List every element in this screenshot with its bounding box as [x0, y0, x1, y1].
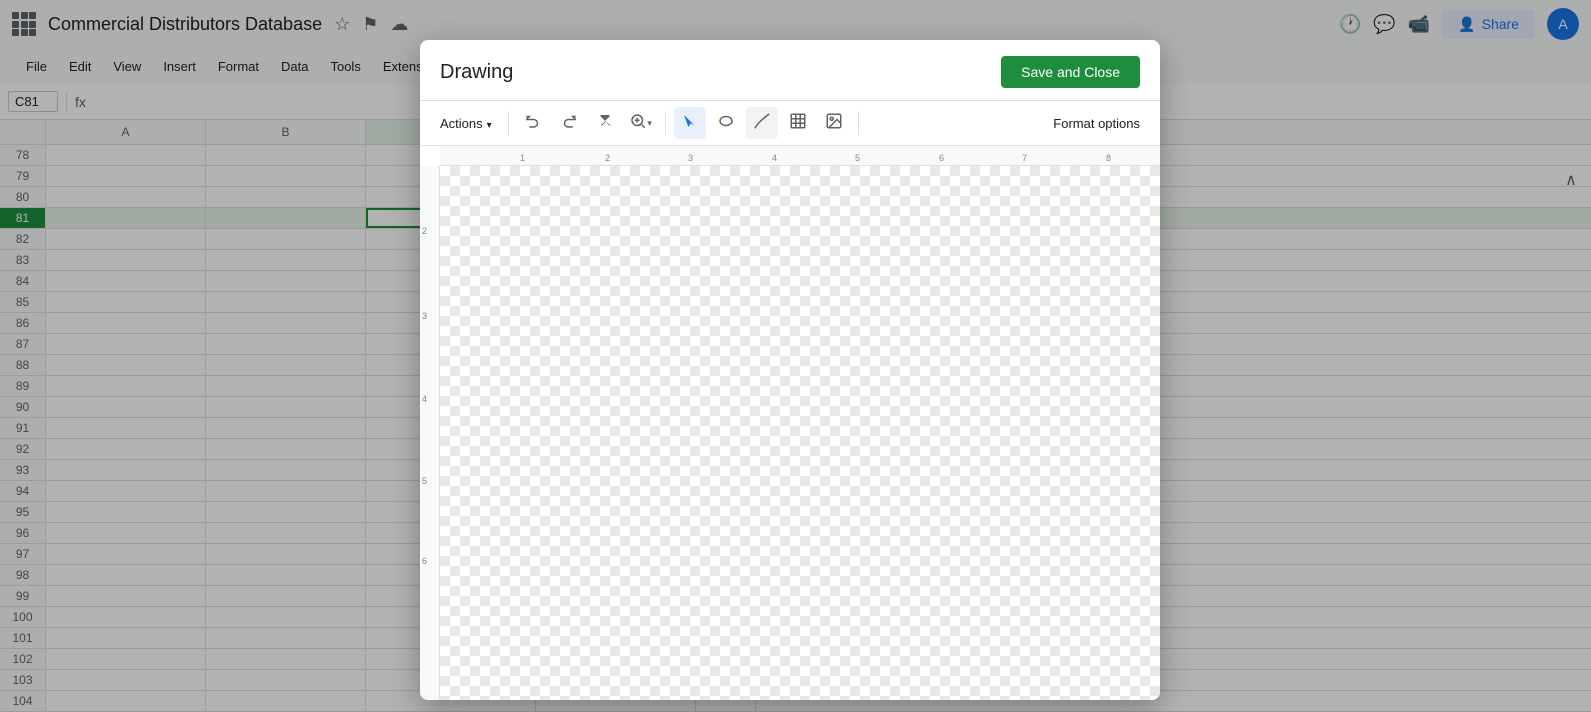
- zoom-icon: [629, 112, 647, 135]
- drawing-modal-header: Drawing Save and Close: [420, 40, 1160, 101]
- image-button[interactable]: [818, 107, 850, 139]
- actions-label: Actions: [440, 116, 483, 131]
- ruler-left-mark-3: 3: [422, 311, 427, 321]
- zoom-button[interactable]: ▾: [625, 107, 657, 139]
- toolbar-divider-2: [665, 111, 666, 135]
- ruler-left-mark-5: 5: [422, 476, 427, 486]
- ruler-top: 1 2 3 4 5 6 7 8: [440, 146, 1160, 166]
- ruler-left-mark-2: 2: [422, 226, 427, 236]
- lasso-icon: [717, 112, 735, 135]
- actions-dropdown-button[interactable]: Actions: [432, 112, 500, 135]
- drawing-canvas[interactable]: 1 2 3 4 5 6 7 8 2 3 4 5 6: [420, 146, 1160, 700]
- undo-icon: [524, 112, 542, 135]
- drawing-toolbar: Actions: [420, 101, 1160, 146]
- format-options-button[interactable]: Format options: [1045, 112, 1148, 135]
- toolbar-divider-3: [858, 111, 859, 135]
- save-close-button[interactable]: Save and Close: [1001, 56, 1140, 88]
- cursor-icon: [681, 112, 699, 135]
- paint-format-icon: [596, 112, 614, 135]
- zoom-chevron-icon: ▾: [647, 118, 652, 129]
- actions-chevron-icon: [487, 116, 492, 131]
- ruler-mark-8: 8: [1106, 153, 1111, 163]
- image-icon: [825, 112, 843, 135]
- ruler-left-mark-4: 4: [422, 394, 427, 404]
- select-button[interactable]: [674, 107, 706, 139]
- ruler-mark-6: 6: [939, 153, 944, 163]
- ruler-mark-5: 5: [855, 153, 860, 163]
- redo-button[interactable]: [553, 107, 585, 139]
- drawing-title: Drawing: [440, 61, 513, 84]
- table-button[interactable]: [782, 107, 814, 139]
- ruler-mark-1: 1: [520, 153, 525, 163]
- ruler-mark-7: 7: [1022, 153, 1027, 163]
- draw-line-button[interactable]: [746, 107, 778, 139]
- ruler-left-mark-6: 6: [422, 556, 427, 566]
- line-icon: [753, 112, 771, 135]
- drawing-modal: Drawing Save and Close Actions: [420, 40, 1160, 700]
- redo-icon: [560, 112, 578, 135]
- toolbar-divider-1: [508, 111, 509, 135]
- undo-button[interactable]: [517, 107, 549, 139]
- table-icon: [789, 112, 807, 135]
- drawing-canvas-area[interactable]: [440, 166, 1160, 700]
- ruler-left: 2 3 4 5 6: [420, 166, 440, 700]
- paint-format-button[interactable]: [589, 107, 621, 139]
- lasso-select-button[interactable]: [710, 107, 742, 139]
- ruler-mark-2: 2: [605, 153, 610, 163]
- ruler-mark-3: 3: [688, 153, 693, 163]
- ruler-mark-4: 4: [772, 153, 777, 163]
